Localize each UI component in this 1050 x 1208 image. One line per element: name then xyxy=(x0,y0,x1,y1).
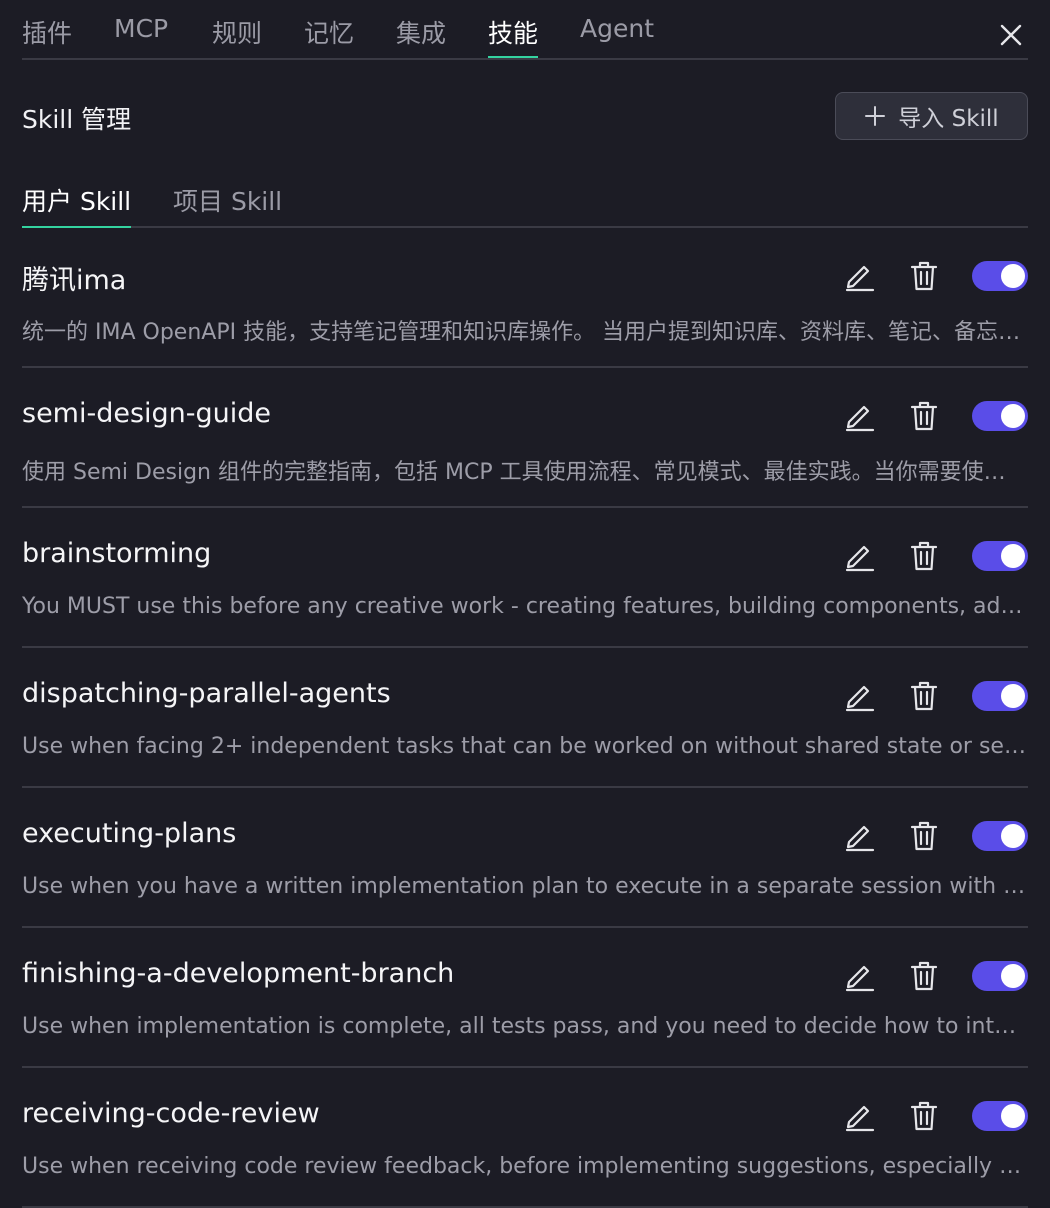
skill-description: Use when you have a written implementati… xyxy=(22,874,1026,899)
skill-enabled-toggle[interactable] xyxy=(972,541,1028,571)
delete-skill-button[interactable] xyxy=(910,260,938,292)
skill-enabled-toggle[interactable] xyxy=(972,401,1028,431)
tab-integrations[interactable]: 集成 xyxy=(396,14,446,58)
skill-name: dispatching-parallel-agents xyxy=(22,678,391,709)
toggle-knob xyxy=(1001,264,1025,288)
tab-skills[interactable]: 技能 xyxy=(488,14,539,58)
pencil-icon xyxy=(845,965,875,992)
edit-skill-button[interactable] xyxy=(845,680,875,712)
pencil-icon xyxy=(845,405,875,432)
import-skill-label: 导入 Skill xyxy=(898,106,999,132)
tab-rules[interactable]: 规则 xyxy=(212,14,262,58)
trash-icon xyxy=(910,1101,938,1131)
skill-item: 腾讯ima 统一的 IMA OpenAPI 技能，支持笔记管理和知识库操作。 当… xyxy=(22,228,1028,368)
skill-enabled-toggle[interactable] xyxy=(972,821,1028,851)
toggle-knob xyxy=(1001,964,1025,988)
skill-description: Use when receiving code review feedback,… xyxy=(22,1154,1026,1179)
skill-enabled-toggle[interactable] xyxy=(972,961,1028,991)
pencil-icon xyxy=(845,265,875,292)
skill-description: 使用 Semi Design 组件的完整指南，包括 MCP 工具使用流程、常见模… xyxy=(22,460,1026,485)
delete-skill-button[interactable] xyxy=(910,1100,938,1132)
skill-description: Use when facing 2+ independent tasks tha… xyxy=(22,734,1026,759)
toggle-knob xyxy=(1001,404,1025,428)
skill-item: semi-design-guide 使用 Semi Design 组件的完整指南… xyxy=(22,368,1028,508)
skill-name: 腾讯ima xyxy=(22,265,127,296)
toggle-knob xyxy=(1001,684,1025,708)
delete-skill-button[interactable] xyxy=(910,820,938,852)
skill-scope-tabs: 用户 Skill 项目 Skill xyxy=(22,180,1028,228)
skills-settings-panel: 插件 MCP 规则 记忆 集成 技能 Agent Skill 管理 导入 Ski… xyxy=(0,0,1050,1208)
edit-skill-button[interactable] xyxy=(845,820,875,852)
skill-name: executing-plans xyxy=(22,818,237,849)
tab-mcp[interactable]: MCP xyxy=(114,14,168,58)
skill-name: semi-design-guide xyxy=(22,398,272,429)
import-skill-button[interactable]: 导入 Skill xyxy=(835,92,1028,140)
trash-icon xyxy=(910,821,938,851)
skill-name: brainstorming xyxy=(22,538,212,569)
skill-item: brainstorming You MUST use this before a… xyxy=(22,508,1028,648)
pencil-icon xyxy=(845,1105,875,1132)
skill-enabled-toggle[interactable] xyxy=(972,681,1028,711)
trash-icon xyxy=(910,541,938,571)
skill-list: 腾讯ima 统一的 IMA OpenAPI 技能，支持笔记管理和知识库操作。 当… xyxy=(22,228,1028,1208)
skill-name: receiving-code-review xyxy=(22,1098,320,1129)
pencil-icon xyxy=(845,545,875,572)
skill-name: finishing-a-development-branch xyxy=(22,958,455,989)
close-button[interactable] xyxy=(996,20,1026,50)
delete-skill-button[interactable] xyxy=(910,400,938,432)
skill-description: Use when implementation is complete, all… xyxy=(22,1014,1026,1039)
toggle-knob xyxy=(1001,824,1025,848)
edit-skill-button[interactable] xyxy=(845,260,875,292)
section-title: Skill 管理 xyxy=(22,105,132,134)
tab-project-skill[interactable]: 项目 Skill xyxy=(173,182,282,228)
edit-skill-button[interactable] xyxy=(845,960,875,992)
skill-item: executing-plans Use when you have a writ… xyxy=(22,788,1028,928)
toggle-knob xyxy=(1001,1104,1025,1128)
pencil-icon xyxy=(845,825,875,852)
delete-skill-button[interactable] xyxy=(910,680,938,712)
trash-icon xyxy=(910,401,938,431)
tab-user-skill[interactable]: 用户 Skill xyxy=(22,182,132,228)
close-icon xyxy=(1000,24,1022,46)
skill-item: dispatching-parallel-agents Use when fac… xyxy=(22,648,1028,788)
toggle-knob xyxy=(1001,544,1025,568)
trash-icon xyxy=(910,961,938,991)
skill-item: receiving-code-review Use when receiving… xyxy=(22,1068,1028,1208)
skill-item: finishing-a-development-branch Use when … xyxy=(22,928,1028,1068)
pencil-icon xyxy=(845,685,875,712)
skill-description: You MUST use this before any creative wo… xyxy=(22,594,1026,619)
skill-description: 统一的 IMA OpenAPI 技能，支持笔记管理和知识库操作。 当用户提到知识… xyxy=(22,320,1026,345)
top-tab-bar: 插件 MCP 规则 记忆 集成 技能 Agent xyxy=(22,0,1028,60)
edit-skill-button[interactable] xyxy=(845,540,875,572)
tab-agent[interactable]: Agent xyxy=(580,14,654,58)
trash-icon xyxy=(910,681,938,711)
tab-plugins[interactable]: 插件 xyxy=(22,14,72,58)
skill-enabled-toggle[interactable] xyxy=(972,261,1028,291)
plus-icon xyxy=(865,106,886,126)
trash-icon xyxy=(910,261,938,291)
tab-memory[interactable]: 记忆 xyxy=(304,14,354,58)
delete-skill-button[interactable] xyxy=(910,960,938,992)
delete-skill-button[interactable] xyxy=(910,540,938,572)
skill-enabled-toggle[interactable] xyxy=(972,1101,1028,1131)
edit-skill-button[interactable] xyxy=(845,1100,875,1132)
edit-skill-button[interactable] xyxy=(845,400,875,432)
